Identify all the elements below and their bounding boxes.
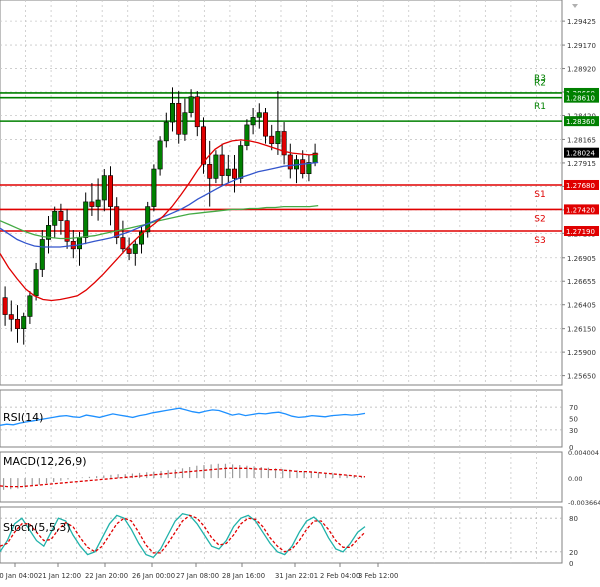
- y-tick-label: 1.26905: [567, 255, 596, 263]
- y-tick-label: 1.28920: [567, 66, 596, 74]
- rsi-tick-label: 70: [569, 404, 578, 412]
- candle-body: [250, 117, 256, 126]
- level-price-label: 1.27420: [566, 206, 595, 214]
- y-tick-label: 1.29170: [567, 42, 596, 50]
- candle-body: [300, 159, 306, 175]
- x-tick-label: 2 Feb 04:00: [320, 572, 360, 580]
- candle-body: [225, 168, 231, 176]
- candle-body: [8, 314, 14, 320]
- candle-body: [101, 175, 107, 201]
- x-tick-label: 20 Jan 04:00: [0, 572, 38, 580]
- candle-body: [120, 237, 126, 250]
- candle-body: [170, 102, 176, 123]
- candle-body: [77, 237, 83, 250]
- candle-body: [108, 175, 114, 207]
- x-tick-label: 31 Jan 22:01: [275, 572, 318, 580]
- candle-body: [132, 243, 138, 254]
- level-price-label: 1.27680: [566, 182, 595, 190]
- level-price-label: 1.27190: [566, 228, 595, 236]
- y-tick-label: 1.27915: [567, 160, 596, 168]
- candle-body: [275, 131, 281, 144]
- y-tick-label: 1.28165: [567, 136, 596, 144]
- candle-body: [194, 96, 200, 128]
- candle-body: [287, 154, 293, 170]
- candle-body: [213, 154, 219, 179]
- candle-body: [39, 239, 45, 270]
- stoch-tick-label: 80: [569, 515, 578, 523]
- x-tick-label: 26 Jan 00:00: [132, 572, 175, 580]
- x-tick-label: 27 Jan 08:00: [176, 572, 219, 580]
- macd-tick-label: 0.004004: [568, 449, 599, 457]
- candle-body: [207, 164, 213, 179]
- x-tick-label: 3 Feb 12:00: [358, 572, 398, 580]
- y-tick-label: 1.26655: [567, 278, 596, 286]
- y-tick-label: 1.29425: [567, 18, 596, 26]
- macd-tick-label: -0.003664: [568, 499, 600, 507]
- candle-body: [163, 121, 169, 142]
- candle-body: [219, 154, 225, 176]
- x-tick-label: 21 Jan 12:00: [38, 572, 81, 580]
- x-tick-label: 28 Jan 16:00: [222, 572, 265, 580]
- candle-body: [157, 140, 163, 170]
- level-label-s1: S1: [534, 190, 545, 200]
- candle-body: [151, 168, 157, 207]
- candle-body: [15, 318, 21, 329]
- candle-body: [95, 199, 101, 207]
- panel-stoch: [0, 506, 563, 564]
- candle-body: [182, 112, 188, 135]
- x-tick-label: 22 Jan 20:00: [85, 572, 128, 580]
- macd-tick-label: 0.00: [568, 475, 582, 483]
- stoch-title: Stoch(5,5,3): [3, 521, 71, 534]
- candle-body: [52, 210, 58, 226]
- candle-body: [21, 316, 27, 329]
- candle-body: [89, 201, 95, 207]
- macd-title: MACD(12,26,9): [3, 455, 87, 468]
- candle-body: [33, 269, 39, 297]
- panel-rsi: [0, 389, 563, 448]
- level-label-r1: R1: [534, 102, 546, 112]
- candle-body: [114, 206, 120, 238]
- candle-body: [232, 168, 238, 179]
- level-price-label: 1.28610: [566, 95, 595, 103]
- candle-body: [126, 248, 132, 254]
- rsi-tick-label: 50: [569, 416, 578, 424]
- level-price-label: 1.28360: [566, 118, 595, 126]
- level-label-s3: S3: [534, 236, 545, 246]
- y-tick-label: 1.26405: [567, 302, 596, 310]
- candle-body: [201, 126, 207, 165]
- candle-body: [238, 145, 244, 179]
- last-price-label: 1.28024: [566, 150, 595, 158]
- rsi-title: RSI(14): [3, 411, 43, 424]
- rsi-tick-label: 30: [569, 427, 578, 435]
- stoch-tick-label: 0: [569, 560, 573, 568]
- candle-body: [176, 102, 182, 135]
- forex-chart: 1.294251.291701.289201.286701.284201.281…: [0, 0, 600, 580]
- panel-main: [0, 0, 563, 386]
- stoch-tick-label: 20: [569, 549, 578, 557]
- candle-body: [2, 297, 8, 315]
- level-label-s2: S2: [534, 214, 545, 224]
- y-tick-label: 1.26150: [567, 326, 596, 334]
- candle-body: [27, 295, 33, 317]
- candle-body: [269, 135, 275, 144]
- candle-body: [244, 124, 250, 146]
- y-tick-label: 1.25650: [567, 373, 596, 381]
- candle-body: [188, 96, 194, 113]
- scroll-marker-icon: [572, 4, 578, 8]
- candle-body: [58, 210, 64, 221]
- y-tick-label: 1.25900: [567, 349, 596, 357]
- candle-body: [83, 201, 89, 238]
- level-label-r2: R2: [534, 79, 546, 89]
- candle-body: [262, 112, 268, 137]
- candle-body: [256, 112, 262, 118]
